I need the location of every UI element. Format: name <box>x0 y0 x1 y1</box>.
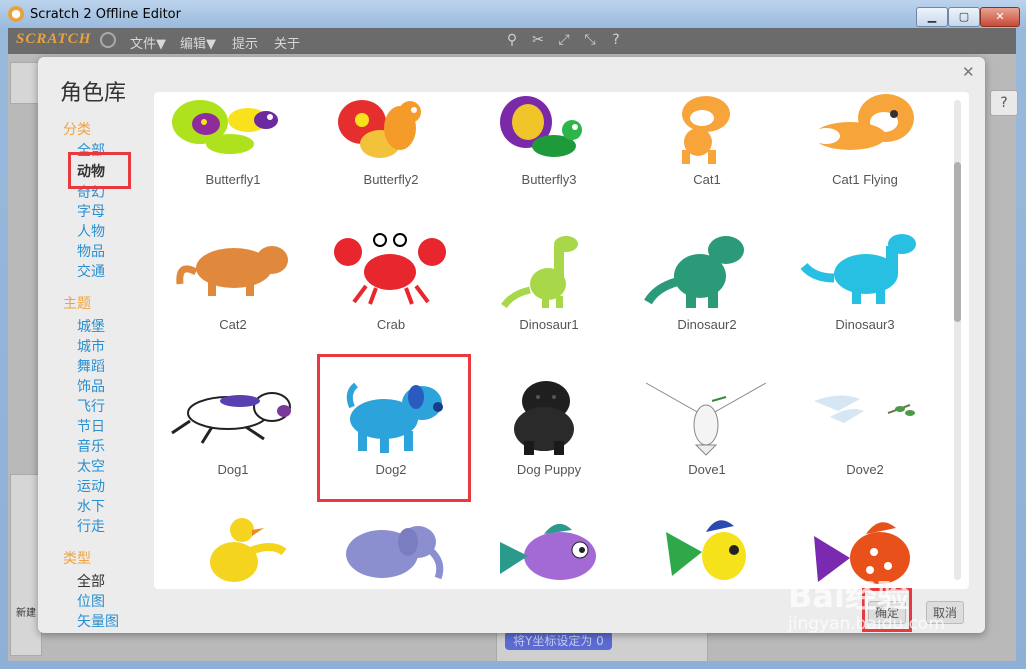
highlight-dog2-tile <box>317 354 471 502</box>
sprite-tile-dove2[interactable]: Dove2 <box>786 377 944 522</box>
sprite-tile-elephant[interactable] <box>312 512 470 589</box>
minimize-button[interactable]: ▁ <box>916 7 948 27</box>
scratch-app-icon: ● <box>8 6 24 22</box>
sprite-name: Dinosaur1 <box>519 317 579 332</box>
sprite-tile-butterfly1[interactable]: Butterfly1 <box>154 92 312 237</box>
shrink-icon[interactable]: ⤡ <box>582 32 598 48</box>
type-vector[interactable]: 矢量图 <box>77 611 119 631</box>
category-letters[interactable]: 字母 <box>77 201 105 221</box>
theme-music[interactable]: 音乐 <box>77 436 105 456</box>
sprite-tile-cat1[interactable]: Cat1 <box>628 92 786 237</box>
menu-tips[interactable]: 提示 <box>232 33 258 52</box>
sprite-name: Dove1 <box>688 462 726 477</box>
sprite-name: Dog Puppy <box>516 462 582 477</box>
sprite-name: Dinosaur3 <box>835 317 895 332</box>
sprite-library-dialog: 角色库 ✕ 分类 全部 动物 奇幻 字母 人物 物品 交通 主题 城堡 城市 舞… <box>38 57 985 633</box>
watermark-brand: Bai经验 <box>788 577 909 615</box>
dialog-title: 角色库 <box>60 81 127 106</box>
sprite-tile-dog-puppy[interactable]: Dog Puppy <box>470 377 628 522</box>
menu-bar: SCRATCH 文件▼ 编辑▼ 提示 关于 ⚲ ✂ ⤢ ⤡ ? <box>8 28 1016 54</box>
menu-edit[interactable]: 编辑▼ <box>180 33 216 52</box>
stage-panel <box>10 62 40 104</box>
sprite-name: Crab <box>376 317 406 332</box>
sprite-name: Dinosaur2 <box>677 317 737 332</box>
theme-dress-up[interactable]: 饰品 <box>77 376 105 396</box>
sprite-tile-fish2[interactable] <box>628 512 786 589</box>
baidu-watermark: Bai经验 jingyan.baidu.com <box>788 578 945 634</box>
menu-file[interactable]: 文件▼ <box>130 33 166 52</box>
duplicate-stamp-icon[interactable]: ⚲ <box>504 32 520 48</box>
dialog-close-button[interactable]: ✕ <box>962 63 975 81</box>
sprite-tile-cat2[interactable]: Cat2 <box>154 232 312 377</box>
theme-castle[interactable]: 城堡 <box>77 316 105 336</box>
sprite-name: Butterfly1 <box>205 172 261 187</box>
category-heading: 分类 <box>63 122 91 138</box>
sprite-name: Dove2 <box>846 462 884 477</box>
sprite-name: Cat1 Flying <box>832 172 898 187</box>
title-bar: ● Scratch 2 Offline Editor ▁ ▢ ✕ <box>0 0 1026 30</box>
sprite-tile-butterfly2[interactable]: Butterfly2 <box>312 92 470 237</box>
sprite-tile-cat1-flying[interactable]: Cat1 Flying <box>786 92 944 237</box>
category-transportation[interactable]: 交通 <box>77 261 105 281</box>
block-set-y[interactable]: 将Y坐标设定为 0 <box>505 631 612 650</box>
theme-holiday[interactable]: 节日 <box>77 416 105 436</box>
category-people[interactable]: 人物 <box>77 221 105 241</box>
theme-space[interactable]: 太空 <box>77 456 105 476</box>
sprite-name: Cat1 <box>693 172 721 187</box>
highlight-animals-category <box>68 152 131 189</box>
sprite-tile-dinosaur1[interactable]: Dinosaur1 <box>470 232 628 377</box>
sprite-tile-butterfly3[interactable]: Butterfly3 <box>470 92 628 237</box>
sprite-tile-dog1[interactable]: Dog1 <box>154 377 312 522</box>
grow-icon[interactable]: ⤢ <box>556 32 572 48</box>
category-things[interactable]: 物品 <box>77 241 105 261</box>
type-all[interactable]: 全部 <box>77 571 105 591</box>
close-window-button[interactable]: ✕ <box>980 7 1020 27</box>
type-heading: 类型 <box>63 551 91 567</box>
scratch-logo: SCRATCH <box>16 31 92 47</box>
theme-flying[interactable]: 飞行 <box>77 396 105 416</box>
new-sprite-label: 新建 <box>16 608 36 619</box>
theme-dance[interactable]: 舞蹈 <box>77 356 105 376</box>
help-button[interactable]: ? <box>990 90 1018 116</box>
type-bitmap[interactable]: 位图 <box>77 591 105 611</box>
sprite-name: Butterfly3 <box>521 172 577 187</box>
theme-underwater[interactable]: 水下 <box>77 496 105 516</box>
help-icon[interactable]: ? <box>608 32 624 48</box>
sprite-tile-dinosaur3[interactable]: Dinosaur3 <box>786 232 944 377</box>
language-globe-icon[interactable] <box>100 32 116 48</box>
window-title: Scratch 2 Offline Editor <box>30 7 181 22</box>
cut-icon[interactable]: ✂ <box>530 32 546 48</box>
sprite-grid-scrollbar[interactable] <box>954 100 961 580</box>
theme-sports[interactable]: 运动 <box>77 476 105 496</box>
sprite-name: Butterfly2 <box>363 172 419 187</box>
sprite-name: Cat2 <box>219 317 247 332</box>
sprite-name: Dog1 <box>217 462 249 477</box>
sprite-tile-dove1[interactable]: Dove1 <box>628 377 786 522</box>
sprite-tile-duck[interactable] <box>154 512 312 589</box>
maximize-button[interactable]: ▢ <box>948 7 980 27</box>
theme-heading: 主题 <box>63 296 91 312</box>
menu-about[interactable]: 关于 <box>274 33 300 52</box>
sprite-tile-fish1[interactable] <box>470 512 628 589</box>
sprite-grid: Butterfly1 Butterfly2 Butterfly3 Cat1 Ca… <box>154 92 969 589</box>
scrollbar-thumb[interactable] <box>954 162 961 322</box>
sprite-tile-dinosaur2[interactable]: Dinosaur2 <box>628 232 786 377</box>
theme-city[interactable]: 城市 <box>77 336 105 356</box>
theme-walking[interactable]: 行走 <box>77 516 105 536</box>
watermark-url: jingyan.baidu.com <box>788 614 945 634</box>
